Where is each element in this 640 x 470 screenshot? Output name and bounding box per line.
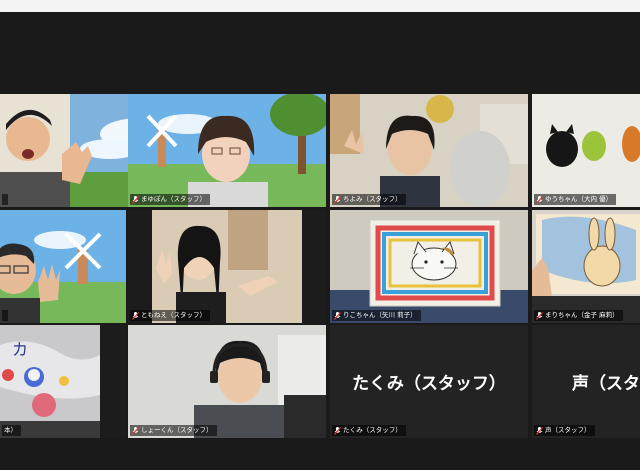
participant-name: たくみ（スタッフ） bbox=[343, 426, 402, 434]
top-bar bbox=[0, 0, 640, 12]
participant-name-plate: たくみ（スタッフ） bbox=[332, 425, 406, 436]
video-feed bbox=[330, 210, 528, 323]
video-tile[interactable]: まりちゃん（金子 麻莉） bbox=[532, 210, 640, 323]
participant-name-plate: まゆぽん（スタッフ） bbox=[130, 194, 210, 205]
participant-name-plate bbox=[2, 194, 8, 205]
video-feed bbox=[128, 94, 326, 207]
participant-name-plate: ともねえ（スタッフ） bbox=[130, 310, 210, 321]
participant-name: ちよみ（スタッフ） bbox=[343, 195, 402, 203]
video-tile-camera-off[interactable]: たくみ（スタッフ） たくみ（スタッフ） bbox=[330, 325, 528, 438]
video-feed bbox=[532, 94, 640, 207]
participant-name-plate: ちよみ（スタッフ） bbox=[332, 194, 406, 205]
participant-name-plate: 声（スタッフ） bbox=[534, 425, 595, 436]
participant-display-name: 声（スタ bbox=[572, 374, 640, 394]
video-feed bbox=[0, 210, 126, 323]
participant-name-plate: 本） bbox=[2, 425, 21, 436]
participant-name: ともねえ（スタッフ） bbox=[141, 311, 206, 319]
mic-muted-icon bbox=[536, 311, 543, 320]
video-tile-camera-off[interactable]: 声（スタ 声（スタッフ） bbox=[532, 325, 640, 438]
participant-name: ゆうちゃん（大内 優） bbox=[545, 195, 613, 203]
mic-muted-icon bbox=[536, 195, 543, 204]
video-feed bbox=[532, 210, 640, 323]
mic-muted-icon bbox=[132, 311, 139, 320]
video-feed bbox=[128, 325, 326, 438]
participant-name-plate: まりちゃん（金子 麻莉） bbox=[534, 310, 623, 321]
participant-display-name: たくみ（スタッフ） bbox=[352, 374, 506, 394]
participant-name: 本） bbox=[4, 426, 17, 434]
participant-name: まりちゃん（金子 麻莉） bbox=[545, 311, 619, 319]
participant-name: りこちゃん（矢川 莉子） bbox=[343, 311, 417, 319]
video-tile[interactable]: まゆぽん（スタッフ） bbox=[128, 94, 326, 207]
participant-name: まゆぽん（スタッフ） bbox=[141, 195, 206, 203]
mic-muted-icon bbox=[334, 195, 341, 204]
mic-muted-icon bbox=[132, 195, 139, 204]
participant-name-plate: りこちゃん（矢川 莉子） bbox=[332, 310, 421, 321]
participant-name: しょーくん（スタッフ） bbox=[141, 426, 213, 434]
video-tile[interactable] bbox=[0, 210, 126, 323]
video-feed bbox=[128, 210, 326, 323]
mic-muted-icon bbox=[334, 311, 341, 320]
video-tile[interactable]: ちよみ（スタッフ） bbox=[330, 94, 528, 207]
video-feed bbox=[330, 94, 528, 207]
mic-muted-icon bbox=[132, 426, 139, 435]
mic-muted-icon bbox=[536, 426, 543, 435]
participant-name-plate: ゆうちゃん（大内 優） bbox=[534, 194, 617, 205]
mic-muted-icon bbox=[334, 426, 341, 435]
participant-name-plate bbox=[2, 310, 8, 321]
participant-name-plate: しょーくん（スタッフ） bbox=[130, 425, 217, 436]
video-feed: カ bbox=[0, 325, 126, 438]
video-tile[interactable]: ともねえ（スタッフ） bbox=[128, 210, 326, 323]
video-tile[interactable]: しょーくん（スタッフ） bbox=[128, 325, 326, 438]
video-tile[interactable]: りこちゃん（矢川 莉子） bbox=[330, 210, 528, 323]
video-tile[interactable]: カ 本） bbox=[0, 325, 126, 438]
video-tile[interactable]: ゆうちゃん（大内 優） bbox=[532, 94, 640, 207]
bottom-bar bbox=[0, 440, 640, 470]
participant-name: 声（スタッフ） bbox=[545, 426, 591, 434]
drawing-text: カ bbox=[12, 340, 28, 359]
video-grid: まゆぽん（スタッフ） ちよみ（スタッフ） ゆうちゃん（大内 優） ともねえ（スタ… bbox=[0, 94, 640, 438]
